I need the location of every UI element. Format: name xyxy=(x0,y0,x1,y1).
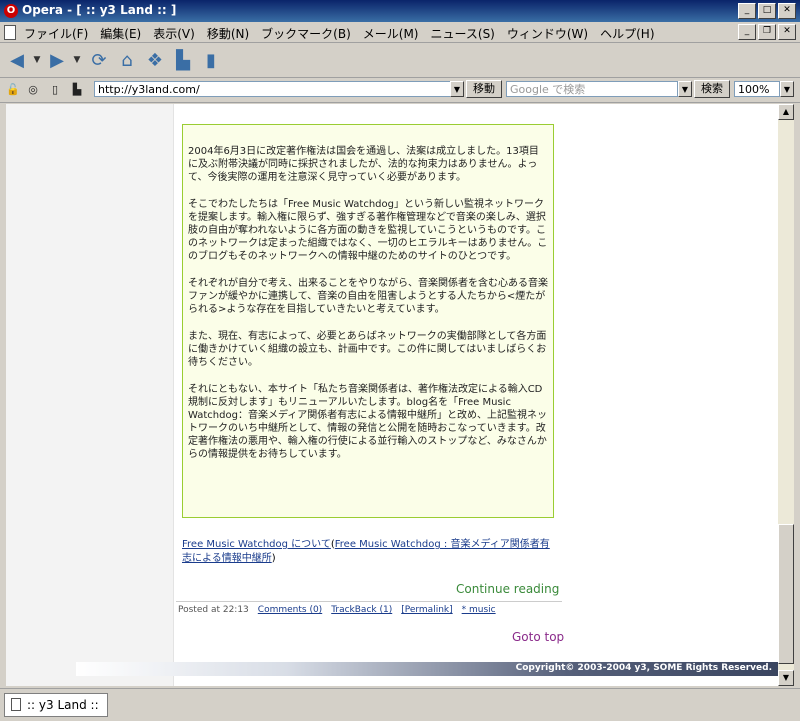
menu-navigate[interactable]: 移動(N) xyxy=(201,25,255,42)
post-paragraph: そこでわたしたちは「Free Music Watchdog」という新しい監視ネッ… xyxy=(188,199,548,262)
copyright-text: Copyright© 2003-2004 y3, SOME Rights Res… xyxy=(515,663,772,673)
page-viewport: 2004年6月3日に改定著作権法は国会を通過し、法案は成立しました。13項目に及… xyxy=(6,104,778,686)
print-small-icon[interactable]: ▙ xyxy=(70,83,84,97)
doc-restore-button[interactable]: ❐ xyxy=(758,24,776,40)
new-page-icon[interactable]: ▯ xyxy=(48,83,62,97)
back-icon[interactable]: ◀ xyxy=(6,50,28,71)
menu-news[interactable]: ニュース(S) xyxy=(424,25,500,42)
menu-help[interactable]: ヘルプ(H) xyxy=(594,25,660,42)
page-tab[interactable]: :: y3 Land :: xyxy=(4,693,108,717)
menu-mail[interactable]: メール(M) xyxy=(357,25,425,42)
url-input[interactable]: http://y3land.com/ xyxy=(94,81,464,97)
post-meta: Posted at 22:13 Comments (0) TrackBack (… xyxy=(176,601,562,619)
opera-logo-icon: O xyxy=(4,4,18,18)
trackback-link[interactable]: TrackBack (1) xyxy=(331,602,392,619)
forward-icon[interactable]: ▶ xyxy=(46,50,68,71)
left-sidebar xyxy=(6,104,174,686)
bookmarks-icon[interactable]: ❖ xyxy=(144,50,166,71)
go-button[interactable]: 移動 xyxy=(466,80,502,98)
reload-icon[interactable]: ⟳ xyxy=(88,50,110,71)
menu-file[interactable]: ファイル(F) xyxy=(18,25,94,42)
scroll-up-icon[interactable]: ▲ xyxy=(778,104,794,120)
vertical-scrollbar[interactable]: ▲ ▼ xyxy=(778,104,794,686)
minimize-button[interactable]: _ xyxy=(738,3,756,19)
post-paragraph: それにともない、本サイト「私たち音楽関係者は、著作権法改定による輸入CD規制に反… xyxy=(188,384,547,460)
scroll-down-icon[interactable]: ▼ xyxy=(778,670,794,686)
continue-reading-link[interactable]: Continue reading xyxy=(456,582,559,596)
permalink-link[interactable]: [Permalink] xyxy=(401,602,452,619)
posted-time: Posted at 22:13 xyxy=(178,605,249,615)
menu-edit[interactable]: 編集(E) xyxy=(94,25,147,42)
document-window-controls: _ ❐ ✕ xyxy=(738,24,796,40)
back-history-icon[interactable]: ▼ xyxy=(32,50,42,70)
search-button[interactable]: 検索 xyxy=(694,80,730,98)
search-engine-dropdown-icon[interactable]: ▼ xyxy=(678,81,692,97)
window-title: Opera - [ :: y3 Land :: ] xyxy=(22,3,177,17)
tab-label: :: y3 Land :: xyxy=(27,698,99,712)
goto-top-link[interactable]: Goto top xyxy=(512,630,564,644)
menu-window[interactable]: ウィンドウ(W) xyxy=(501,25,594,42)
home-icon[interactable]: ⌂ xyxy=(116,50,138,71)
page-icon[interactable]: ▮ xyxy=(200,50,222,71)
window-controls: _ □ ✕ xyxy=(738,3,796,19)
navigation-toolbar: ◀ ▼ ▶ ▼ ⟳ ⌂ ❖ ▙ ▮ xyxy=(0,43,800,78)
about-watchdog-link[interactable]: Free Music Watchdog について xyxy=(182,539,331,550)
title-bar: O Opera - [ :: y3 Land :: ] _ □ ✕ xyxy=(0,0,800,22)
category-link[interactable]: * music xyxy=(462,602,496,619)
menu-bookmarks[interactable]: ブックマーク(B) xyxy=(255,25,357,42)
menu-bar: ファイル(F) 編集(E) 表示(V) 移動(N) ブックマーク(B) メール(… xyxy=(0,22,800,43)
post-links: Free Music Watchdog について(Free Music Watc… xyxy=(182,538,554,566)
post-paragraph: それぞれが自分で考え、出来ることをやりながら、音楽関係者を含む心ある音楽ファンが… xyxy=(188,278,548,315)
zoom-dropdown-icon[interactable]: ▼ xyxy=(780,81,794,97)
tab-document-icon xyxy=(11,698,21,711)
zoom-select[interactable]: 100% xyxy=(734,81,780,97)
tab-bar: :: y3 Land :: xyxy=(0,688,800,721)
paren-close: ) xyxy=(271,553,276,564)
post-paragraph: 2004年6月3日に改定著作権法は国会を通過し、法案は成立しました。13項目に及… xyxy=(188,146,539,183)
forward-history-icon[interactable]: ▼ xyxy=(72,50,82,70)
url-dropdown-arrow-icon[interactable]: ▼ xyxy=(450,81,464,97)
doc-minimize-button[interactable]: _ xyxy=(738,24,756,40)
doc-close-button[interactable]: ✕ xyxy=(778,24,796,40)
post-paragraph: また、現在、有志によって、必要とあらばネットワークの実働部隊として各方面に働きか… xyxy=(188,331,547,368)
page-footer: Copyright© 2003-2004 y3, SOME Rights Res… xyxy=(76,662,778,676)
menu-view[interactable]: 表示(V) xyxy=(147,25,201,42)
document-icon xyxy=(4,25,16,40)
maximize-button[interactable]: □ xyxy=(758,3,776,19)
comments-link[interactable]: Comments (0) xyxy=(258,602,322,619)
search-input[interactable]: Google で検索 xyxy=(506,81,678,97)
menu-items: ファイル(F) 編集(E) 表示(V) 移動(N) ブックマーク(B) メール(… xyxy=(18,25,661,42)
wand-icon[interactable]: ◎ xyxy=(26,83,40,97)
address-bar: 🔓 ◎ ▯ ▙ http://y3land.com/ ▼ 移動 Google で… xyxy=(0,78,800,103)
post-body: 2004年6月3日に改定著作権法は国会を通過し、法案は成立しました。13項目に及… xyxy=(182,124,554,518)
security-lock-icon[interactable]: 🔓 xyxy=(6,83,20,97)
close-button[interactable]: ✕ xyxy=(778,3,796,19)
print-icon[interactable]: ▙ xyxy=(172,50,194,71)
scrollbar-thumb[interactable] xyxy=(778,524,794,664)
